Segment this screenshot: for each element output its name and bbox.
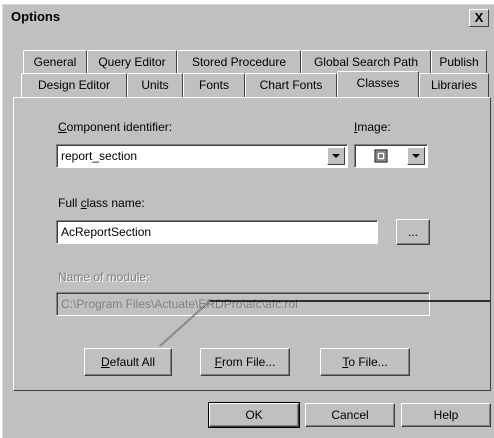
tab-label: Global Search Path xyxy=(313,55,419,69)
tab-label: Chart Fonts xyxy=(259,78,323,92)
module-name-label: Name of module: xyxy=(58,270,150,284)
tab-chart-fonts[interactable]: Chart Fonts xyxy=(245,73,337,97)
component-identifier-select[interactable]: report_section xyxy=(56,144,348,168)
full-class-name-label: Full class name: xyxy=(58,196,145,210)
tab-libraries[interactable]: Libraries xyxy=(419,73,489,97)
ok-label: OK xyxy=(245,408,263,422)
tab-label: Units xyxy=(141,78,169,92)
browse-label: ... xyxy=(407,225,418,239)
help-label: Help xyxy=(433,408,459,422)
tab-label: General xyxy=(33,55,77,69)
window-title: Options xyxy=(11,9,61,24)
tab-stored-procedure[interactable]: Stored Procedure xyxy=(177,50,301,74)
component-identifier-label: Component identifier: xyxy=(58,120,173,134)
full-class-name-input[interactable]: AcReportSection xyxy=(56,220,378,244)
tab-label: Libraries xyxy=(430,78,478,92)
browse-class-button[interactable]: ... xyxy=(396,219,430,245)
options-dialog: Options X General Query Editor Stored Pr… xyxy=(2,4,494,438)
tab-classes[interactable]: Classes xyxy=(337,71,419,97)
default-all-button[interactable]: Default All xyxy=(84,348,172,376)
ok-button[interactable]: OK xyxy=(208,402,300,428)
tab-design-editor[interactable]: Design Editor xyxy=(21,73,127,97)
image-label: Image: xyxy=(354,120,391,134)
close-icon: X xyxy=(474,10,484,25)
section-image-icon xyxy=(374,149,388,163)
tab-label: Fonts xyxy=(198,78,229,92)
chevron-down-icon xyxy=(332,154,340,158)
module-name-input: C:\Program Files\Actuate\ERDPro\afc\afc.… xyxy=(56,292,430,316)
classes-panel: Component identifier: report_section Ima… xyxy=(13,97,491,391)
tab-fonts[interactable]: Fonts xyxy=(183,73,245,97)
from-file-button[interactable]: From File... xyxy=(200,348,290,376)
tab-label: Stored Procedure xyxy=(191,55,287,69)
to-file-button[interactable]: To File... xyxy=(320,348,410,376)
module-name-value: C:\Program Files\Actuate\ERDPro\afc\afc.… xyxy=(61,297,298,311)
tab-label: Design Editor xyxy=(37,78,111,92)
tab-query-editor[interactable]: Query Editor xyxy=(87,50,177,74)
tab-units[interactable]: Units xyxy=(127,73,183,97)
tab-label: Classes xyxy=(356,76,400,90)
chevron-down-icon xyxy=(412,154,420,158)
full-class-name-value: AcReportSection xyxy=(61,225,152,239)
component-identifier-value: report_section xyxy=(61,149,138,163)
close-button[interactable]: X xyxy=(469,9,489,27)
tab-label: Publish xyxy=(439,55,479,69)
tab-general[interactable]: General xyxy=(23,50,87,74)
tab-publish[interactable]: Publish xyxy=(431,50,487,74)
cancel-button[interactable]: Cancel xyxy=(305,403,395,427)
cancel-label: Cancel xyxy=(331,408,369,422)
title-bar: Options X xyxy=(3,5,493,29)
help-button[interactable]: Help xyxy=(401,403,491,427)
component-identifier-dropdown-button[interactable] xyxy=(327,147,345,165)
image-dropdown-button[interactable] xyxy=(407,147,425,165)
tab-label: Query Editor xyxy=(98,55,166,69)
